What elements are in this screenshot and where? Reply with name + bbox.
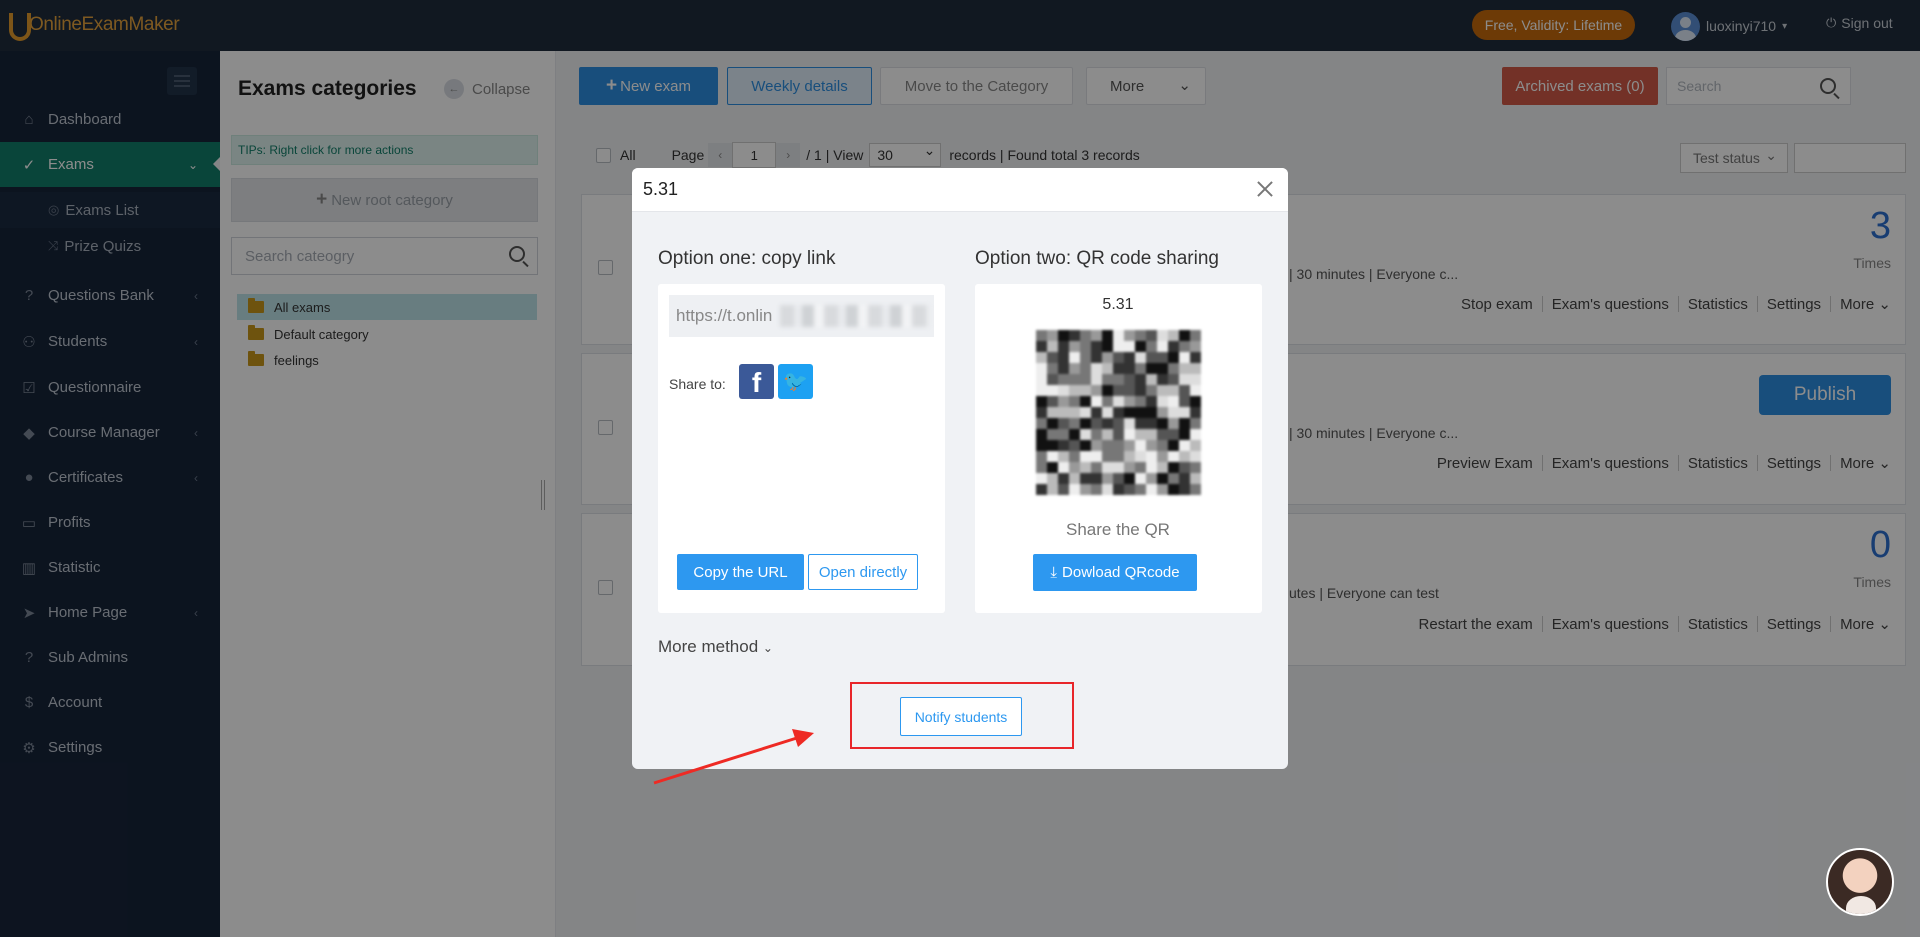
close-icon[interactable] <box>1254 178 1276 200</box>
facebook-icon[interactable]: f <box>739 364 774 399</box>
download-qrcode-button[interactable]: ⤓ Dowload QRcode <box>1033 554 1197 591</box>
support-chat-avatar[interactable] <box>1826 848 1894 916</box>
share-to-label: Share to: <box>669 376 726 392</box>
qr-panel: 5.31 Share the QR ⤓ Dowload QRcode <box>975 284 1262 613</box>
qr-exam-name: 5.31 <box>1102 296 1134 313</box>
copy-url-button[interactable]: Copy the URL <box>677 554 804 590</box>
highlight-box <box>850 682 1074 749</box>
share-url-field[interactable]: https://t.onlin <box>669 295 934 337</box>
twitter-icon[interactable]: 🐦 <box>778 364 813 399</box>
annotation-arrow-icon <box>653 729 814 785</box>
copy-link-panel: https://t.onlin Share to: f 🐦 Copy the U… <box>658 284 945 613</box>
share-qr-label: Share the QR <box>1066 520 1170 539</box>
modal-title: 5.31 <box>643 179 679 199</box>
open-directly-button[interactable]: Open directly <box>808 554 918 590</box>
qr-code-image <box>1036 330 1201 495</box>
redacted-url <box>780 305 930 327</box>
option-one-title: Option one: copy link <box>658 248 836 269</box>
share-url-text: https://t.onlin <box>676 306 773 325</box>
modal-header: 5.31 <box>632 168 1288 212</box>
chevron-down-icon: ⌄ <box>762 641 773 655</box>
more-method-label: More method <box>658 637 759 656</box>
download-icon: ⤓ <box>1050 564 1058 581</box>
share-modal: 5.31 Option one: copy link Option two: Q… <box>632 168 1288 769</box>
option-two-title: Option two: QR code sharing <box>975 248 1219 269</box>
download-qrcode-label: Dowload QRcode <box>1062 564 1180 581</box>
more-method-toggle[interactable]: More method ⌄ <box>658 637 773 657</box>
